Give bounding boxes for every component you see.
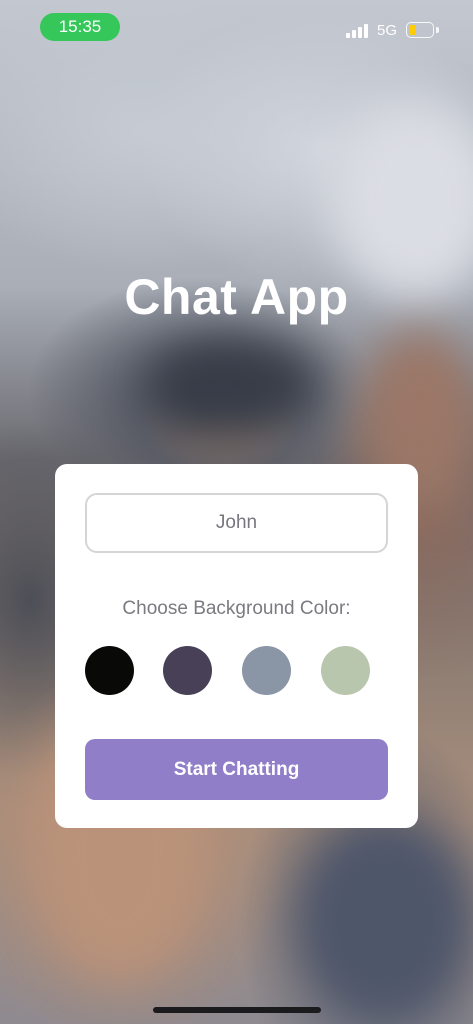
name-input[interactable]: [85, 493, 388, 553]
login-card: Choose Background Color: Start Chatting: [55, 464, 418, 828]
battery-level-fill: [409, 25, 416, 35]
network-type-label: 5G: [377, 22, 398, 39]
color-option-black[interactable]: [85, 646, 134, 695]
battery-icon: [406, 22, 439, 38]
start-chatting-button[interactable]: Start Chatting: [85, 739, 388, 800]
color-option-gray[interactable]: [242, 646, 291, 695]
app-title: Chat App: [124, 269, 349, 325]
status-bar: 15:35 5G: [0, 0, 473, 54]
status-time: 15:35: [40, 13, 120, 41]
color-option-purple[interactable]: [163, 646, 212, 695]
home-indicator[interactable]: [153, 1007, 321, 1013]
color-option-green[interactable]: [321, 646, 370, 695]
choose-color-label: Choose Background Color:: [122, 598, 351, 619]
cellular-signal-icon: [346, 24, 370, 38]
